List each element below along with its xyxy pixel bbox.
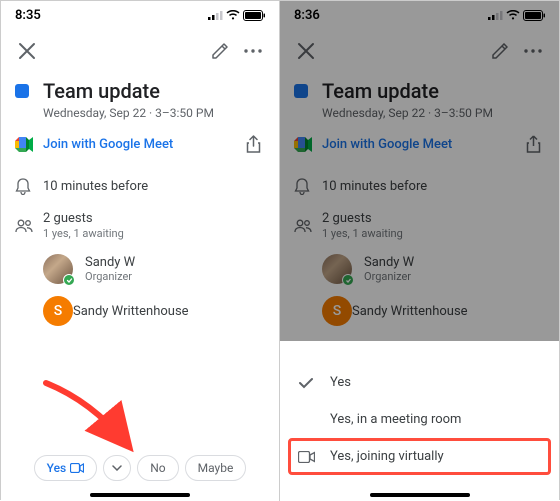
people-icon [15, 219, 43, 233]
reminder-row[interactable]: 10 minutes before [1, 170, 279, 203]
status-time: 8:36 [294, 8, 320, 23]
guest-role: Organizer [85, 270, 135, 283]
bell-icon [15, 178, 43, 195]
guests-status: 1 yes, 1 awaiting [43, 227, 265, 240]
video-icon [70, 463, 84, 473]
signal-icon [488, 10, 503, 20]
share-icon [246, 135, 261, 153]
home-indicator [90, 493, 190, 497]
meet-icon [15, 137, 43, 152]
more-horizontal-icon [244, 49, 262, 53]
calendar-color-chip [15, 84, 29, 98]
event-title: Team update [43, 79, 214, 103]
status-icons [208, 10, 265, 21]
edit-button[interactable] [207, 39, 231, 63]
guest-list: Sandy W Organizer S Sandy Writtenhouse [1, 248, 279, 332]
sheet-option-joining-virtually[interactable]: Yes, joining virtually [288, 438, 551, 475]
video-icon [298, 451, 330, 463]
event-header: Team update Wednesday, Sep 22 · 3–3:50 P… [1, 73, 279, 124]
battery-icon [243, 10, 265, 21]
meet-row[interactable]: Join with Google Meet [1, 124, 279, 164]
top-bar [1, 29, 279, 73]
guests-count: 2 guests [43, 211, 265, 226]
dimmed-background: 8:36 Team update Wednesday, Sep 22 · 3–3… [280, 1, 559, 332]
rsvp-bar: Yes No Maybe [1, 455, 279, 481]
edit-button [487, 39, 511, 63]
guest-item[interactable]: S Sandy Writtenhouse [43, 290, 279, 332]
guest-name: Sandy W [85, 255, 135, 270]
wifi-icon [226, 10, 240, 20]
reminder-text: 10 minutes before [43, 179, 265, 194]
close-icon [18, 42, 36, 60]
guest-name: Sandy Writtenhouse [73, 304, 189, 319]
chevron-down-icon [112, 465, 122, 471]
rsvp-yes-button[interactable]: Yes [34, 455, 98, 481]
rsvp-no-button[interactable]: No [137, 455, 178, 481]
event-detail-screen: 8:35 Team update Wednesday, Sep [1, 1, 280, 501]
sheet-option-yes[interactable]: Yes [280, 364, 559, 401]
avatar: S [43, 296, 73, 326]
rsvp-options-button[interactable] [103, 455, 131, 481]
event-detail-screen-sheet-open: 8:36 Team update Wednesday, Sep 22 · 3–3… [280, 1, 559, 501]
event-datetime: Wednesday, Sep 22 · 3–3:50 PM [43, 106, 214, 120]
battery-icon [523, 10, 545, 21]
rsvp-check-icon [63, 274, 75, 286]
meet-link[interactable]: Join with Google Meet [43, 137, 241, 152]
share-button[interactable] [241, 132, 265, 156]
close-button [294, 39, 318, 63]
close-button[interactable] [15, 39, 39, 63]
pencil-icon [211, 43, 228, 60]
signal-icon [208, 10, 223, 20]
more-button[interactable] [241, 39, 265, 63]
guest-item[interactable]: Sandy W Organizer [43, 248, 279, 290]
status-bar: 8:35 [1, 1, 279, 29]
rsvp-options-sheet: Yes Yes, in a meeting room Yes, joining … [280, 356, 559, 501]
avatar [43, 254, 73, 284]
wifi-icon [506, 10, 520, 20]
sheet-option-meeting-room[interactable]: Yes, in a meeting room [280, 401, 559, 438]
status-time: 8:35 [15, 8, 41, 23]
guests-row[interactable]: 2 guests 1 yes, 1 awaiting [1, 203, 279, 248]
more-button [521, 39, 545, 63]
rsvp-maybe-button[interactable]: Maybe [185, 455, 247, 481]
home-indicator [370, 493, 470, 497]
check-icon [298, 377, 330, 389]
